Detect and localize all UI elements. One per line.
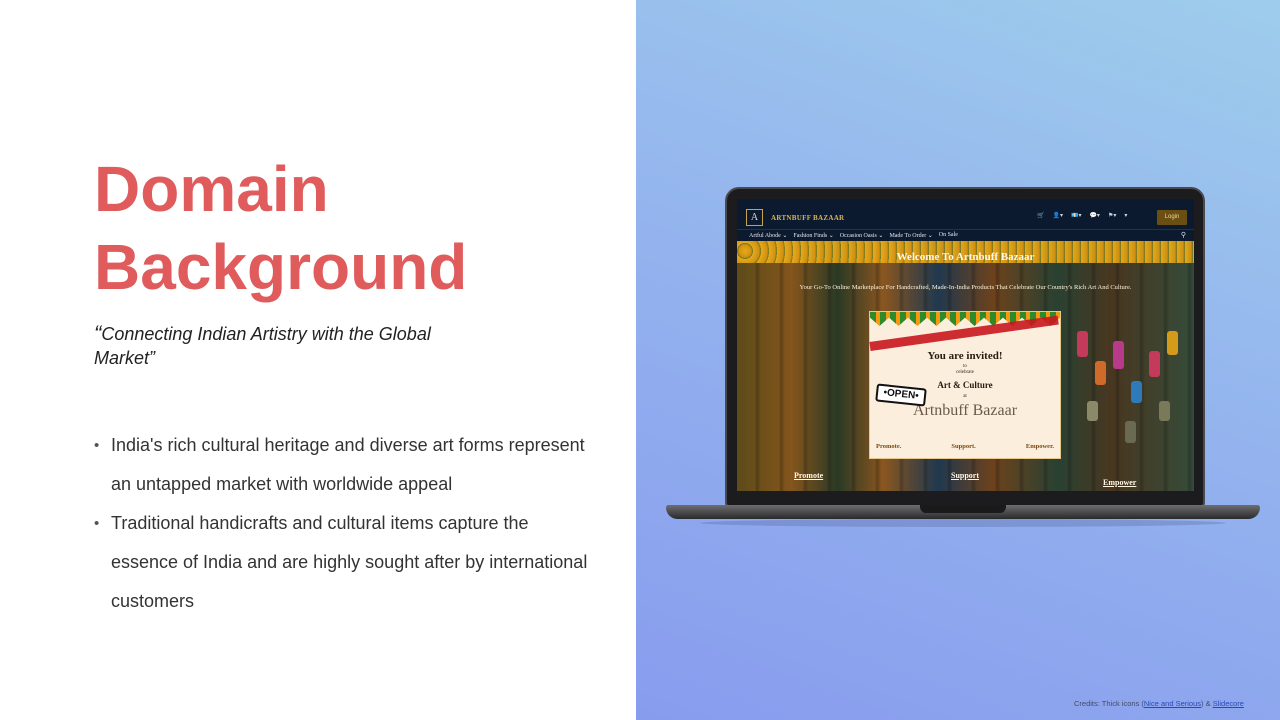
nav-label: Fashion Finds	[793, 233, 828, 239]
chat-icon[interactable]: 💬▾	[1089, 212, 1099, 219]
promote-link[interactable]: Promote	[794, 471, 823, 480]
header-icons: 🛒 👤▾ 💶▾ 💬▾ ⚑▾ ▾	[1037, 212, 1127, 219]
nav-item-on-sale[interactable]: On Sale	[939, 232, 958, 239]
login-button[interactable]: Login	[1157, 210, 1187, 225]
nav-items: Artful Abode ⌄ Fashion Finds ⌄ Occasion …	[749, 232, 958, 239]
title-line-1: Domain	[94, 153, 329, 225]
support-link[interactable]: Support	[951, 471, 979, 480]
chime-bell	[1113, 341, 1124, 369]
site-nav: Artful Abode ⌄ Fashion Finds ⌄ Occasion …	[737, 229, 1194, 241]
nav-item-made-to-order[interactable]: Made To Order ⌄	[889, 232, 932, 239]
hero-title: Welcome To Artnbuff Bazaar	[896, 251, 1035, 263]
invite-small-text: to celebrate	[870, 364, 1060, 376]
bullet-item: India's rich cultural heritage and diver…	[94, 426, 594, 504]
empower-link[interactable]: Empower	[1103, 478, 1136, 487]
credits-text: Credits: Thick icons (Nice and Serious) …	[1074, 699, 1244, 708]
currency-icon[interactable]: 💶▾	[1071, 212, 1081, 219]
cart-icon[interactable]: 🛒	[1037, 212, 1044, 219]
invite-celebrate: celebrate	[955, 370, 975, 375]
credits-link-nice-and-serious[interactable]: Nice and Serious	[1144, 699, 1201, 708]
chime-bell	[1125, 421, 1136, 443]
chime-bell	[1131, 381, 1142, 403]
invite-word: Empower.	[1025, 443, 1054, 450]
nav-label: Made To Order	[889, 233, 927, 239]
chime-bell	[1087, 401, 1098, 421]
slide-quote: “Connecting Indian Artistry with the Glo…	[94, 322, 494, 370]
laptop-shadow	[700, 519, 1226, 527]
chime-bell	[1167, 331, 1178, 355]
invite-brand: Artnbuff Bazaar	[912, 402, 1018, 419]
chevron-down-icon[interactable]: ▾	[1124, 212, 1127, 219]
quote-text: Connecting Indian Artistry with the Glob…	[94, 324, 431, 368]
chime-bell	[1095, 361, 1106, 385]
invite-words: Promote. Support. Empower.	[876, 443, 1054, 450]
chime-bell	[1159, 401, 1170, 421]
invitation-card: You are invited! to celebrate Art & Cultu…	[869, 311, 1061, 459]
slide-title: Domain Background	[94, 150, 614, 306]
nav-label: Occasion Oasis	[839, 233, 877, 239]
nav-label: On Sale	[938, 232, 958, 238]
nav-item-occasion-oasis[interactable]: Occasion Oasis ⌄	[840, 232, 884, 239]
credits-middle: ) &	[1201, 699, 1213, 708]
chime-bell	[1077, 331, 1088, 357]
site-header: A ARTNBUFF BAZAAR 🛒 👤▾ 💶▾ 💬▾ ⚑▾ ▾ Login	[737, 199, 1194, 229]
laptop-screen: A ARTNBUFF BAZAAR 🛒 👤▾ 💶▾ 💬▾ ⚑▾ ▾ Login …	[737, 199, 1194, 491]
credits-link-slidecore[interactable]: Slidecore	[1213, 699, 1244, 708]
flag-icon[interactable]: ⚑▾	[1108, 212, 1116, 219]
invite-word: Support.	[951, 443, 976, 450]
site-logo[interactable]: A	[746, 209, 763, 226]
nav-label: Artful Abode	[749, 233, 781, 239]
search-icon[interactable]: ⚲	[1181, 231, 1186, 239]
hero-banner: Welcome To Artnbuff Bazaar Your Go-To On…	[737, 241, 1194, 491]
bullet-list: India's rich cultural heritage and diver…	[94, 426, 594, 621]
invite-headline: You are invited!	[927, 350, 1003, 362]
wind-chimes-image	[1067, 291, 1187, 481]
nav-item-fashion-finds[interactable]: Fashion Finds ⌄	[793, 232, 833, 239]
bullet-item: Traditional handicrafts and cultural ite…	[94, 504, 594, 621]
slide-left-panel: Domain Background “Connecting Indian Art…	[0, 0, 636, 720]
chime-bell	[1149, 351, 1160, 377]
user-icon[interactable]: 👤▾	[1052, 212, 1062, 219]
credits-prefix: Credits: Thick icons (	[1074, 699, 1144, 708]
hero-subtitle: Your Go-To Online Marketplace For Handcr…	[799, 284, 1132, 291]
laptop-notch	[920, 505, 1006, 513]
nav-item-artful-abode[interactable]: Artful Abode ⌄	[749, 232, 787, 239]
invite-word: Promote.	[876, 443, 902, 450]
title-line-2: Background	[94, 231, 468, 303]
site-brand-name[interactable]: ARTNBUFF BAZAAR	[771, 214, 844, 222]
